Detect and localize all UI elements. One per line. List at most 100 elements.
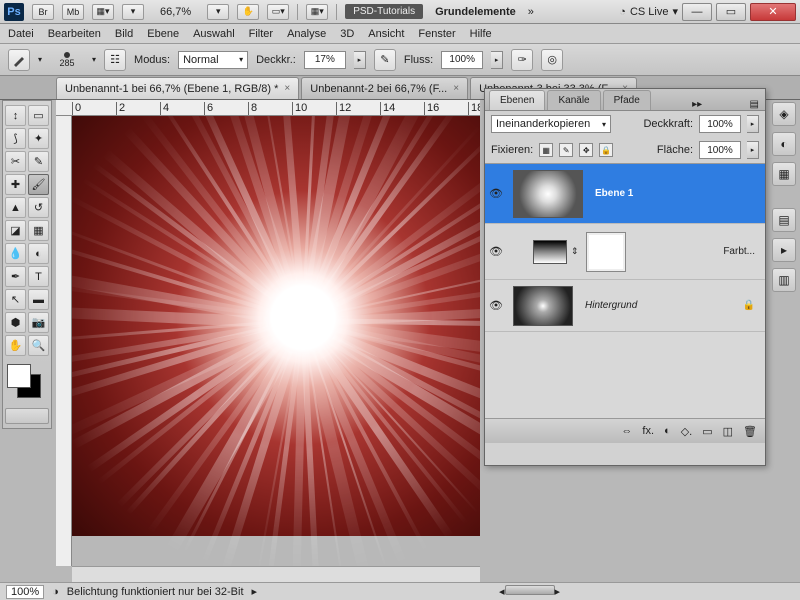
type-tool[interactable]: T — [28, 266, 49, 287]
extras-button[interactable]: ▦▾ — [306, 4, 328, 20]
wand-tool[interactable]: ✦ — [28, 128, 49, 149]
move-tool[interactable]: ↕ — [5, 105, 26, 126]
3d-tool[interactable]: ⬢ — [5, 312, 26, 333]
menu-filter[interactable]: Filter — [249, 28, 273, 40]
brush-preview[interactable]: 285 — [50, 52, 84, 68]
bridge-button[interactable]: Br — [32, 4, 54, 20]
cslive-label[interactable]: CS Live — [630, 6, 669, 18]
link-layers-icon[interactable]: ⇔ — [621, 425, 632, 437]
menu-bild[interactable]: Bild — [115, 28, 133, 40]
layer-row[interactable]: 👁 ⇕ Farbt... — [485, 224, 765, 280]
color-swatches[interactable] — [5, 362, 49, 402]
brush-tool-icon[interactable] — [8, 49, 30, 71]
menu-ansicht[interactable]: Ansicht — [368, 28, 404, 40]
layer-name[interactable]: Hintergrund — [579, 300, 743, 311]
eyedropper-tool[interactable]: ✎ — [28, 151, 49, 172]
mask-thumbnail[interactable] — [587, 233, 625, 271]
adjustments-panel-icon[interactable]: ▤ — [772, 208, 796, 232]
pressure-size-icon[interactable]: ◎ — [541, 49, 563, 71]
3d-camera-tool[interactable]: 📷 — [28, 312, 49, 333]
tab-kanaele[interactable]: Kanäle — [547, 90, 600, 110]
fill-input[interactable]: 100% — [699, 141, 741, 159]
hand-tool-icon[interactable]: ✋ — [237, 4, 259, 20]
layer-thumbnail[interactable] — [513, 170, 583, 218]
arrange-button[interactable]: ▾ — [122, 4, 144, 20]
zoom-tool[interactable]: 🔍 — [28, 335, 49, 356]
menu-datei[interactable]: Datei — [8, 28, 34, 40]
view-extras-button[interactable]: ▦▾ — [92, 4, 114, 20]
pen-tool[interactable]: ✒ — [5, 266, 26, 287]
lock-position-icon[interactable]: ✥ — [579, 143, 593, 157]
screen-mode-button[interactable]: ▭▾ — [267, 4, 289, 20]
visibility-toggle-icon[interactable]: 👁 — [485, 187, 507, 200]
gradient-tool[interactable]: ▦ — [28, 220, 49, 241]
maximize-button[interactable]: ▭ — [716, 3, 746, 21]
group-icon[interactable]: ▭ — [702, 425, 712, 438]
blend-mode-dropdown[interactable]: Normal▾ — [178, 51, 248, 69]
opacity-input[interactable]: 17% — [304, 51, 346, 69]
minimize-button[interactable]: — — [682, 3, 712, 21]
layer-thumbnail[interactable] — [513, 286, 573, 326]
tab-ebenen[interactable]: Ebenen — [489, 90, 545, 110]
panel-collapse-icon[interactable]: ▸▸ — [686, 99, 708, 110]
history-brush-tool[interactable]: ↺ — [28, 197, 49, 218]
lock-transparency-icon[interactable]: ▦ — [539, 143, 553, 157]
airbrush-icon[interactable]: ✑ — [511, 49, 533, 71]
history-panel-icon[interactable]: ▥ — [772, 268, 796, 292]
workspace-name[interactable]: Grundelemente — [431, 6, 520, 18]
swatches-panel-icon[interactable]: ◐ — [772, 132, 796, 156]
eraser-tool[interactable]: ◪ — [5, 220, 26, 241]
flow-input[interactable]: 100% — [441, 51, 483, 69]
marquee-tool[interactable]: ▭ — [28, 105, 49, 126]
shape-tool[interactable]: ▬ — [28, 289, 49, 310]
path-tool[interactable]: ↖ — [5, 289, 26, 310]
layer-name[interactable]: Farbt... — [631, 246, 765, 257]
brush-preset-arrow[interactable]: ▾ — [92, 55, 96, 64]
menu-ebene[interactable]: Ebene — [147, 28, 179, 40]
layer-blendmode-dropdown[interactable]: Ineinanderkopieren▾ — [491, 115, 611, 133]
cslive-chevron-icon[interactable]: ▾ — [672, 5, 678, 18]
visibility-toggle-icon[interactable]: 👁 — [485, 299, 507, 312]
status-scrollbar[interactable]: ◂▸ — [265, 585, 794, 598]
hand-tool[interactable]: ✋ — [5, 335, 26, 356]
pressure-opacity-icon[interactable]: ✎ — [374, 49, 396, 71]
status-nav-icon[interactable]: ◑ — [52, 586, 59, 598]
close-tab-icon[interactable]: × — [453, 83, 459, 94]
zoom-dropdown[interactable]: ▾ — [207, 4, 229, 20]
menu-analyse[interactable]: Analyse — [287, 28, 326, 40]
panel-menu-icon[interactable]: ▤ — [744, 99, 765, 110]
ruler-vertical[interactable] — [56, 116, 72, 566]
visibility-toggle-icon[interactable]: 👁 — [485, 245, 507, 258]
flow-slider-icon[interactable]: ▸ — [491, 51, 503, 69]
workspace-selector[interactable]: PSD-Tutorials — [345, 4, 423, 19]
blur-tool[interactable]: 💧 — [5, 243, 26, 264]
foreground-swatch[interactable] — [7, 364, 31, 388]
new-layer-icon[interactable]: ◫ — [723, 425, 733, 438]
menu-bearbeiten[interactable]: Bearbeiten — [48, 28, 101, 40]
trash-icon[interactable]: 🗑 — [743, 425, 757, 438]
brush-tool[interactable]: 🖌 — [28, 174, 49, 195]
tab-pfade[interactable]: Pfade — [603, 90, 651, 110]
crop-tool[interactable]: ✂ — [5, 151, 26, 172]
layer-row[interactable]: 👁 Ebene 1 — [485, 164, 765, 224]
layer-row[interactable]: 👁 Hintergrund 🔒 — [485, 280, 765, 332]
ruler-horizontal[interactable]: 0 2 4 6 8 10 12 14 16 18 — [56, 100, 480, 116]
tool-preset-arrow[interactable]: ▾ — [38, 55, 42, 64]
dodge-tool[interactable]: ◐ — [28, 243, 49, 264]
menu-fenster[interactable]: Fenster — [418, 28, 455, 40]
close-tab-icon[interactable]: × — [284, 83, 290, 94]
fx-icon[interactable]: fx. — [642, 425, 654, 437]
adjustment-thumbnail[interactable] — [533, 240, 567, 264]
adjustment-icon[interactable]: ◇. — [681, 425, 693, 438]
menu-auswahl[interactable]: Auswahl — [193, 28, 235, 40]
mask-icon[interactable]: ◐ — [664, 425, 671, 437]
status-arrow-icon[interactable]: ▸ — [252, 585, 258, 598]
lock-all-icon[interactable]: 🔒 — [599, 143, 613, 157]
canvas-scrollbar-h[interactable] — [72, 566, 480, 582]
layer-opacity-arrow[interactable]: ▸ — [747, 115, 759, 133]
quickmask-toggle[interactable] — [5, 408, 49, 424]
zoom-level[interactable]: 66,7% — [152, 6, 199, 18]
lock-pixels-icon[interactable]: ✎ — [559, 143, 573, 157]
cslive-icon[interactable]: ◔ — [619, 6, 626, 18]
opacity-slider-icon[interactable]: ▸ — [354, 51, 366, 69]
